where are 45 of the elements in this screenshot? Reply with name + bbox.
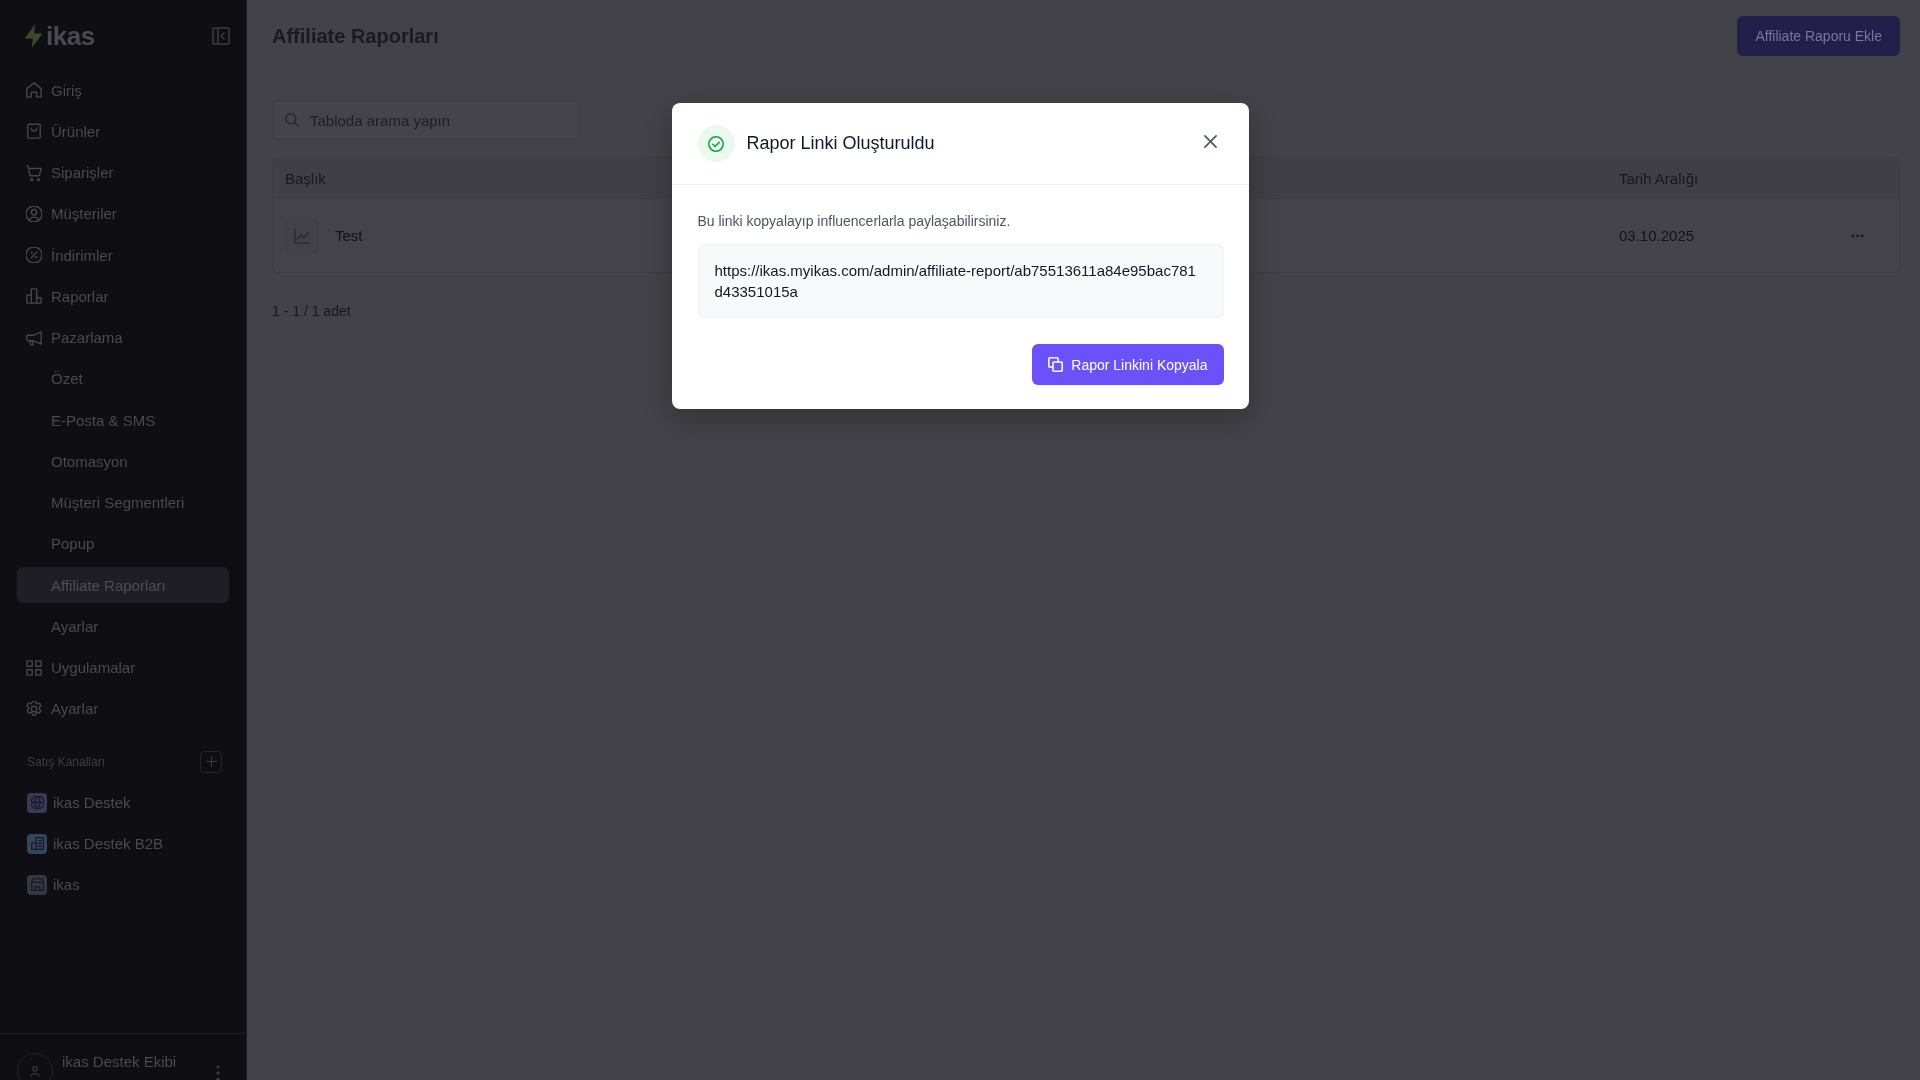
dialog-message: Bu linki kopyalayıp influencerlarla paylaşabilirsiniz. [697,212,1012,231]
sidebar-collapse-icon[interactable] [212,27,230,45]
more-options-icon[interactable] [1850,233,1864,238]
bolt-icon [24,24,43,48]
more-options-icon[interactable] [216,1065,220,1080]
nav-subitem[interactable]: E-Posta & SMS [17,402,229,438]
report-link-field[interactable]: https://ikas.myikas.com/admin/affiliate-report/ab75513611a84e95bac781d43351015a [697,244,1224,318]
nav-item[interactable]: Siparişler [17,154,229,191]
nav-item[interactable]: Pazarlama [17,319,229,356]
nav-item[interactable]: İndirimler [17,237,229,273]
add-report-button[interactable]: Affiliate Raporu Ekle [1737,16,1900,56]
user-icon [26,205,42,222]
nav-item[interactable]: Ürünler [17,113,229,150]
bar-chart-icon [26,288,42,305]
nav-subitem[interactable]: Popup [17,525,229,562]
nav-subitem[interactable]: Otomasyon [17,443,229,480]
plus-icon [205,756,217,768]
nav-subitem[interactable]: Özet [17,360,229,397]
shopping-bag-icon [26,123,42,140]
success-check-icon [697,125,735,162]
add-channel-button[interactable] [200,750,222,773]
home-icon [26,82,42,98]
copy-icon [1048,357,1064,372]
nav-subitem[interactable]: Ayarlar [17,608,229,645]
settings-icon [26,700,42,717]
nav-item[interactable]: Müşteriler [17,195,229,232]
sales-channel-item[interactable]: ikas Destek [0,784,246,821]
percent-icon [26,247,42,263]
nav-item[interactable]: Raporlar [17,278,229,315]
close-icon[interactable] [1203,134,1217,148]
nav-item[interactable]: Ayarlar [17,690,229,727]
brand-name: ikas [46,21,95,51]
copy-link-button[interactable]: Rapor Linkini Kopyala [1032,344,1224,385]
search-icon [285,113,299,127]
cart-icon [26,164,42,181]
line-chart-icon [285,218,319,253]
dialog-title: Rapor Linki Oluşturuldu [746,133,935,154]
nav-subitem[interactable]: Müşteri Segmentleri [17,484,229,521]
sales-channel-item[interactable]: ikas Destek B2B [0,825,246,862]
megaphone-icon [26,329,42,346]
user-name: ikas Destek Ekibi [62,1053,177,1071]
sales-channel-item[interactable]: ikas [0,866,246,903]
nav-item[interactable]: Uygulamalar [17,649,229,686]
nav-item[interactable]: Giriş [17,72,229,108]
grid-icon [26,659,42,676]
